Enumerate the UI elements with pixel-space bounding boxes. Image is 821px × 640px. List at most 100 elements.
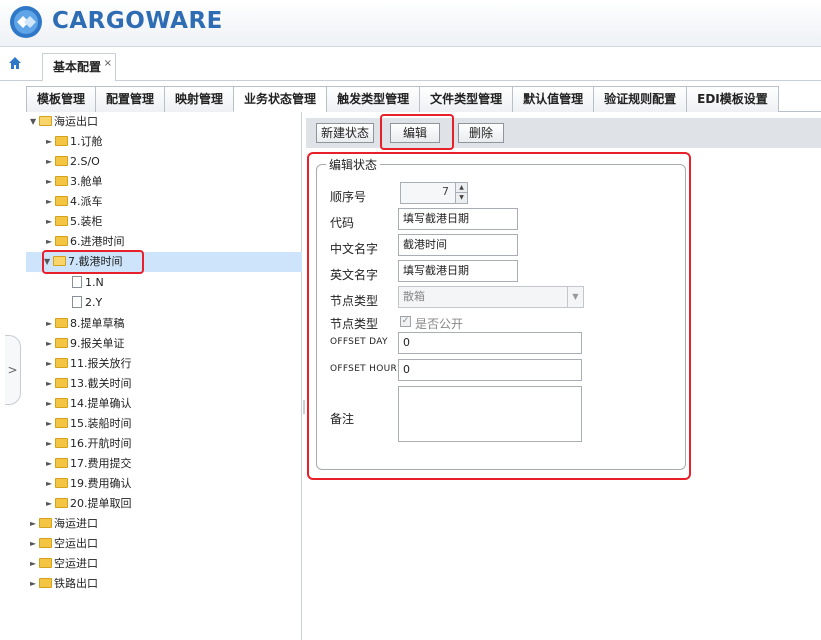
tree-node-label: 6.进港时间 (70, 235, 125, 248)
tree-node-label: 20.提单取回 (70, 497, 132, 510)
tree-leaf[interactable]: 2.Y (72, 293, 102, 313)
tree-node[interactable]: ► 1.订舱 (46, 132, 103, 152)
seq-label: 顺序号 (330, 190, 367, 204)
offset-hour-field[interactable]: 0 (398, 359, 582, 381)
tree-node-label: 2.Y (85, 296, 103, 309)
cn-name-label: 中文名字 (330, 242, 379, 256)
seq-stepper[interactable]: 7 ▲ ▼ (400, 182, 468, 204)
chevron-down-icon[interactable]: ▼ (567, 287, 583, 307)
folder-icon (55, 318, 68, 328)
offset-day-field[interactable]: 0 (398, 332, 582, 354)
tree-node[interactable]: ► 15.装船时间 (46, 414, 132, 434)
collapse-arrow-icon[interactable]: ► (46, 434, 55, 454)
collapse-arrow-icon[interactable]: ► (46, 394, 55, 414)
tab-default-value-mgmt[interactable]: 默认值管理 (512, 86, 595, 112)
collapse-arrow-icon[interactable]: ► (46, 334, 55, 354)
cn-name-field[interactable]: 截港时间 (398, 234, 518, 256)
tab-file-type-mgmt[interactable]: 文件类型管理 (419, 86, 514, 112)
node-type-label: 节点类型 (330, 294, 379, 308)
folder-icon (55, 236, 68, 246)
folder-icon (39, 518, 52, 528)
tree-node-label: 15.装船时间 (70, 417, 132, 430)
tree-node[interactable]: ► 14.提单确认 (46, 394, 132, 414)
folder-icon (55, 338, 68, 348)
tree-node[interactable]: ► 5.装柜 (46, 212, 103, 232)
delete-button[interactable]: 删除 (458, 123, 504, 143)
tree-node[interactable]: ► 20.提单取回 (46, 494, 132, 514)
collapse-handle[interactable]: > (5, 335, 21, 405)
collapse-arrow-icon[interactable]: ► (46, 314, 55, 334)
tab-validation-rule-config[interactable]: 验证规则配置 (593, 86, 688, 112)
module-tabs: 模板管理 配置管理 映射管理 业务状态管理 触发类型管理 文件类型管理 默认值管… (26, 86, 821, 112)
tree-node-root[interactable]: ▼ 海运出口 (30, 112, 98, 132)
tree-node-label: 1.N (85, 276, 104, 289)
tab-mapping-mgmt[interactable]: 映射管理 (164, 86, 235, 112)
tree-node-root[interactable]: ► 空运进口 (30, 554, 98, 574)
tab-trigger-type-mgmt[interactable]: 触发类型管理 (326, 86, 421, 112)
logo-icon (10, 6, 42, 38)
collapse-arrow-icon[interactable]: ► (30, 554, 39, 574)
document-icon (72, 276, 82, 288)
tree-node-root[interactable]: ► 空运出口 (30, 534, 98, 554)
home-icon[interactable] (8, 56, 22, 70)
tree-node[interactable]: ► 2.S/O (46, 152, 100, 172)
code-field[interactable]: 填写截港日期 (398, 208, 518, 230)
collapse-arrow-icon[interactable]: ► (46, 454, 55, 474)
tree-node-root[interactable]: ► 铁路出口 (30, 574, 98, 594)
tree-node-root[interactable]: ► 海运进口 (30, 514, 98, 534)
node-type-select[interactable]: 散箱 ▼ (398, 286, 584, 308)
collapse-arrow-icon[interactable]: ► (46, 212, 55, 232)
collapse-arrow-icon[interactable]: ► (46, 494, 55, 514)
tree-node-label: 海运出口 (54, 115, 98, 128)
tree-node[interactable]: ► 3.舱单 (46, 172, 103, 192)
tree-leaf[interactable]: 1.N (72, 273, 104, 293)
collapse-arrow-icon[interactable]: ► (46, 152, 55, 172)
tree-node[interactable]: ► 13.截关时间 (46, 374, 132, 394)
expand-arrow-icon[interactable]: ▼ (30, 112, 39, 132)
folder-icon (55, 478, 68, 488)
collapse-arrow-icon[interactable]: ► (46, 374, 55, 394)
tree-node[interactable]: ► 6.进港时间 (46, 232, 125, 252)
collapse-arrow-icon[interactable]: ► (30, 514, 39, 534)
spin-down-icon[interactable]: ▼ (455, 193, 467, 203)
folder-icon (55, 498, 68, 508)
splitter-handle[interactable] (303, 400, 305, 414)
folder-icon (39, 558, 52, 568)
collapse-arrow-icon[interactable]: ► (46, 354, 55, 374)
tree-node[interactable]: ► 8.提单草稿 (46, 314, 125, 334)
tab-config-mgmt[interactable]: 配置管理 (95, 86, 166, 112)
tab-template-mgmt[interactable]: 模板管理 (26, 86, 97, 112)
tree-panel: ▼ 海运出口 ► 1.订舱 ► 2.S/O ► 3.舱单 ► 4.派车 ► 5.装柜 ► 6.… (26, 112, 302, 640)
check-icon: ✓ (401, 316, 410, 326)
remark-textarea[interactable] (398, 386, 582, 442)
new-status-button[interactable]: 新建状态 (316, 123, 374, 143)
collapse-arrow-icon[interactable]: ► (46, 172, 55, 192)
tree-node[interactable]: ► 17.费用提交 (46, 454, 132, 474)
en-name-field[interactable]: 填写截港日期 (398, 260, 518, 282)
collapse-arrow-icon[interactable]: ► (30, 574, 39, 594)
collapse-arrow-icon[interactable]: ► (46, 192, 55, 212)
tree-node-label: 空运进口 (54, 557, 98, 570)
close-icon[interactable]: × (104, 51, 112, 77)
tab-edi-template-settings[interactable]: EDI模板设置 (686, 86, 779, 112)
collapse-arrow-icon[interactable]: ► (46, 414, 55, 434)
tree-node-label: 11.报关放行 (70, 357, 132, 370)
tree-node[interactable]: ► 4.派车 (46, 192, 103, 212)
collapse-arrow-icon[interactable]: ► (46, 232, 55, 252)
tab-business-status-mgmt[interactable]: 业务状态管理 (233, 86, 328, 112)
tree-node[interactable]: ► 16.开航时间 (46, 434, 132, 454)
page-tab-basic-config[interactable]: 基本配置 × (42, 51, 117, 81)
public-checkbox[interactable]: ✓ (400, 316, 411, 327)
tree-node-label: 5.装柜 (70, 215, 103, 228)
collapse-arrow-icon[interactable]: ► (46, 474, 55, 494)
tree-node[interactable]: ► 19.费用确认 (46, 474, 132, 494)
node-type2-label: 节点类型 (330, 317, 379, 331)
tree-node-label: 8.提单草稿 (70, 317, 125, 330)
spin-up-icon[interactable]: ▲ (455, 183, 467, 193)
code-label: 代码 (330, 216, 355, 230)
collapse-arrow-icon[interactable]: ► (30, 534, 39, 554)
collapse-arrow-icon[interactable]: ► (46, 132, 55, 152)
tree-node-label: 3.舱单 (70, 175, 103, 188)
tree-node[interactable]: ► 11.报关放行 (46, 354, 132, 374)
tree-node[interactable]: ► 9.报关单证 (46, 334, 125, 354)
